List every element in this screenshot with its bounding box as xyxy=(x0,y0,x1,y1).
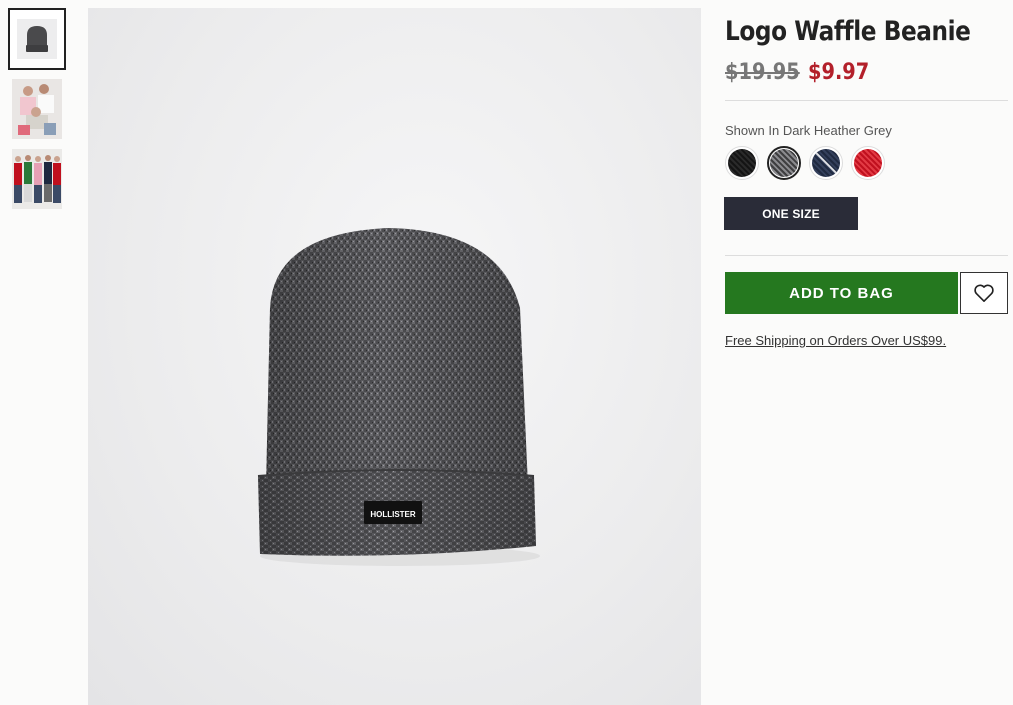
product-page: HOLLISTER Logo Waffle Beanie $19.95 $9.9… xyxy=(0,0,1013,705)
swatch-red[interactable] xyxy=(851,146,885,180)
thumbnail-list xyxy=(8,8,66,218)
patch-text: HOLLISTER xyxy=(370,510,416,519)
color-swatches xyxy=(725,146,1008,180)
swatch-black[interactable] xyxy=(725,146,759,180)
thumbnail-beanie[interactable] xyxy=(8,8,66,70)
product-title: Logo Waffle Beanie xyxy=(725,16,971,47)
color-label: Shown In Dark Heather Grey xyxy=(725,123,892,138)
beanie-image: HOLLISTER xyxy=(257,228,540,566)
swatch-grey-color xyxy=(770,149,798,177)
free-shipping-link[interactable]: Free Shipping on Orders Over US$99. xyxy=(725,333,946,348)
wishlist-button[interactable] xyxy=(960,272,1008,314)
swatch-navy-color xyxy=(812,149,840,177)
divider xyxy=(725,255,1008,256)
lifestyle-lineup-thumbnail-image xyxy=(12,149,62,209)
size-one-size-button[interactable]: ONE SIZE xyxy=(724,197,858,230)
price-block: $19.95 $9.97 xyxy=(725,60,1008,90)
sale-price: $9.97 xyxy=(807,60,870,85)
thumbnail-lifestyle-group[interactable] xyxy=(8,78,66,140)
main-product-image[interactable]: HOLLISTER xyxy=(88,8,701,705)
swatch-black-color xyxy=(728,149,756,177)
add-to-bag-button[interactable]: ADD TO BAG xyxy=(725,272,958,314)
lifestyle-group-thumbnail-image xyxy=(12,79,62,139)
beanie-thumbnail-image xyxy=(17,19,57,59)
heart-icon xyxy=(974,284,994,302)
original-price: $19.95 xyxy=(725,60,800,85)
unavailable-slash-icon xyxy=(814,151,840,177)
swatch-red-color xyxy=(854,149,882,177)
swatch-dark-heather-grey[interactable] xyxy=(767,146,801,180)
purchase-actions: ADD TO BAG xyxy=(725,272,1008,314)
thumbnail-lifestyle-lineup[interactable] xyxy=(8,148,66,210)
product-details: Logo Waffle Beanie $19.95 $9.97 Shown In… xyxy=(724,14,1008,350)
divider xyxy=(725,100,1008,101)
swatch-navy[interactable] xyxy=(809,146,843,180)
